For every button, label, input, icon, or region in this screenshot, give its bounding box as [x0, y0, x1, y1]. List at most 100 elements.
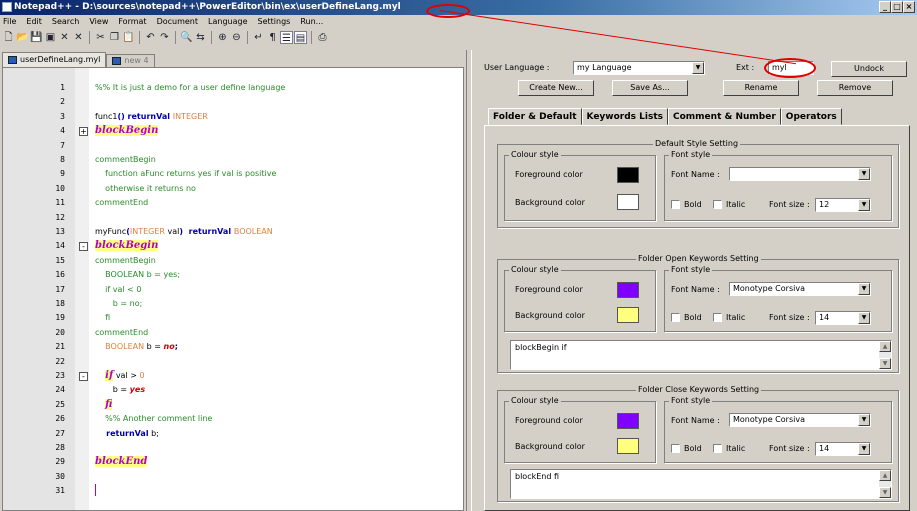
- chevron-down-icon[interactable]: ▼: [858, 414, 870, 426]
- chevron-down-icon[interactable]: ▼: [692, 62, 704, 74]
- new-file-icon[interactable]: 🗋: [2, 31, 15, 44]
- menu-edit[interactable]: Edit: [26, 15, 42, 29]
- code-line[interactable]: 28: [3, 441, 463, 455]
- maximize-button[interactable]: □: [891, 1, 903, 13]
- create-new-button[interactable]: Create New...: [518, 80, 594, 96]
- indent-guide-icon[interactable]: ☰: [280, 31, 293, 44]
- code-line[interactable]: 10 otherwise it returns no: [3, 182, 463, 196]
- chevron-down-icon[interactable]: ▼: [858, 168, 870, 180]
- chevron-down-icon[interactable]: ▼: [858, 283, 870, 295]
- font-name-select[interactable]: Monotype Corsiva ▼: [729, 413, 871, 427]
- close-icon[interactable]: ✕: [58, 31, 71, 44]
- user-define-icon[interactable]: ▤: [294, 31, 307, 44]
- font-size-select[interactable]: 14 ▼: [815, 311, 871, 325]
- menu-document[interactable]: Document: [157, 15, 198, 29]
- paste-icon[interactable]: 📋: [122, 31, 135, 44]
- cut-icon[interactable]: ✂: [94, 31, 107, 44]
- tab-userdefinelang[interactable]: userDefineLang.myl: [2, 52, 107, 67]
- wrap-icon[interactable]: ↵: [252, 31, 265, 44]
- code-line[interactable]: 14 - blockBegin: [3, 239, 463, 253]
- italic-checkbox[interactable]: [713, 200, 722, 209]
- tab-comment-number[interactable]: Comment & Number: [668, 108, 781, 125]
- scroll-down-icon[interactable]: ▼: [879, 358, 891, 369]
- code-line[interactable]: 24 b = yes: [3, 383, 463, 397]
- open-icon[interactable]: 📂: [16, 31, 29, 44]
- scrollbar[interactable]: ▲ ▼: [879, 470, 891, 498]
- code-line[interactable]: 11 commentEnd: [3, 196, 463, 210]
- bold-checkbox[interactable]: [671, 313, 680, 322]
- code-line[interactable]: 21 BOOLEAN b = no;: [3, 340, 463, 354]
- menu-language[interactable]: Language: [208, 15, 247, 29]
- fold-collapse-icon[interactable]: -: [79, 242, 88, 252]
- code-line[interactable]: 12: [3, 211, 463, 225]
- code-line[interactable]: 16 BOOLEAN b = yes;: [3, 268, 463, 282]
- font-name-select[interactable]: ▼: [729, 167, 871, 181]
- code-line[interactable]: 3 func1() returnVal INTEGER: [3, 110, 463, 124]
- user-language-select[interactable]: my Language ▼: [573, 61, 705, 75]
- code-line[interactable]: 19 fi: [3, 311, 463, 325]
- italic-checkbox[interactable]: [713, 313, 722, 322]
- code-line[interactable]: 4 + blockBegin: [3, 124, 463, 138]
- tab-operators[interactable]: Operators: [780, 108, 842, 125]
- code-line[interactable]: 7: [3, 139, 463, 153]
- close-all-icon[interactable]: ✕: [72, 31, 85, 44]
- fg-color-swatch[interactable]: [617, 282, 639, 298]
- scroll-up-icon[interactable]: ▲: [879, 470, 891, 481]
- code-editor[interactable]: 1 %% It is just a demo for a user define …: [2, 67, 464, 511]
- rename-button[interactable]: Rename: [723, 80, 799, 96]
- fold-expand-icon[interactable]: +: [79, 127, 88, 137]
- redo-icon[interactable]: ↷: [158, 31, 171, 44]
- code-line[interactable]: 15 commentBegin: [3, 254, 463, 268]
- fold-collapse-icon[interactable]: -: [79, 372, 88, 381]
- print-icon[interactable]: ⎙: [316, 31, 329, 44]
- menu-view[interactable]: View: [89, 15, 108, 29]
- zoom-out-icon[interactable]: ⊖: [230, 31, 243, 44]
- menu-file[interactable]: File: [3, 15, 16, 29]
- tab-keywords-lists[interactable]: Keywords Lists: [581, 108, 669, 125]
- code-line[interactable]: 22: [3, 355, 463, 369]
- code-line[interactable]: 20 commentEnd: [3, 326, 463, 340]
- italic-checkbox[interactable]: [713, 444, 722, 453]
- code-line[interactable]: 30: [3, 470, 463, 484]
- save-all-icon[interactable]: ▣: [44, 31, 57, 44]
- tab-new-4[interactable]: new 4: [106, 54, 155, 67]
- scroll-down-icon[interactable]: ▼: [879, 487, 891, 498]
- minimize-button[interactable]: _: [879, 1, 891, 13]
- chevron-down-icon[interactable]: ▼: [858, 199, 870, 211]
- close-button[interactable]: ×: [903, 1, 915, 13]
- code-line[interactable]: 25 fi: [3, 398, 463, 412]
- code-line[interactable]: 9 function aFunc returns yes if val is p…: [3, 167, 463, 181]
- code-line[interactable]: 17 if val < 0: [3, 283, 463, 297]
- font-name-select[interactable]: Monotype Corsiva ▼: [729, 282, 871, 296]
- remove-button[interactable]: Remove: [817, 80, 893, 96]
- chevron-down-icon[interactable]: ▼: [858, 443, 870, 455]
- bold-checkbox[interactable]: [671, 444, 680, 453]
- code-line[interactable]: 13 myFunc(INTEGER val) returnVal BOOLEAN: [3, 225, 463, 239]
- code-line[interactable]: 27 returnVal b;: [3, 427, 463, 441]
- code-line[interactable]: 18 b = no;: [3, 297, 463, 311]
- undo-icon[interactable]: ↶: [144, 31, 157, 44]
- scroll-up-icon[interactable]: ▲: [879, 341, 891, 352]
- scrollbar[interactable]: ▲ ▼: [879, 341, 891, 369]
- code-line[interactable]: 23 - if val > 0: [3, 369, 463, 383]
- replace-icon[interactable]: ⇆: [194, 31, 207, 44]
- bg-color-swatch[interactable]: [617, 307, 639, 323]
- code-line[interactable]: 2: [3, 95, 463, 109]
- find-icon[interactable]: 🔍: [180, 31, 193, 44]
- tab-folder-default[interactable]: Folder & Default: [488, 108, 582, 125]
- code-line[interactable]: 29 blockEnd: [3, 455, 463, 469]
- menu-search[interactable]: Search: [52, 15, 79, 29]
- bold-checkbox[interactable]: [671, 200, 680, 209]
- bg-color-swatch[interactable]: [617, 438, 639, 454]
- fg-color-swatch[interactable]: [617, 167, 639, 183]
- font-size-select[interactable]: 14 ▼: [815, 442, 871, 456]
- save-icon[interactable]: 💾: [30, 31, 43, 44]
- save-as-button[interactable]: Save As...: [612, 80, 688, 96]
- font-size-select[interactable]: 12 ▼: [815, 198, 871, 212]
- code-line[interactable]: 1 %% It is just a demo for a user define …: [3, 81, 463, 95]
- menu-settings[interactable]: Settings: [258, 15, 291, 29]
- menu-run[interactable]: Run...: [300, 15, 323, 29]
- code-line[interactable]: 26 %% Another comment line: [3, 412, 463, 426]
- panel-splitter[interactable]: [466, 50, 472, 511]
- folder-open-keywords-input[interactable]: blockBegin if ▲ ▼: [510, 340, 892, 370]
